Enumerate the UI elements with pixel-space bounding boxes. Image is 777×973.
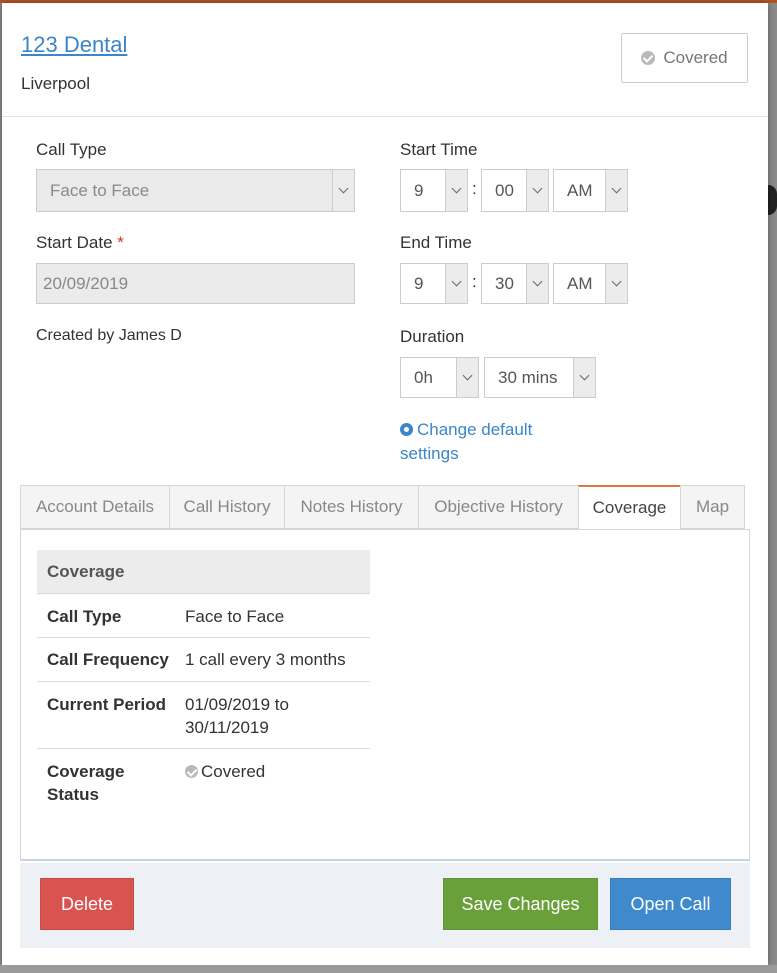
duration-mins-value: 30 mins xyxy=(498,367,558,387)
chevron-down-icon xyxy=(526,170,548,211)
tab-call-history[interactable]: Call History xyxy=(169,485,285,529)
duration-hours-value: 0h xyxy=(414,367,433,387)
tab-account-details[interactable]: Account Details xyxy=(20,485,170,529)
call-modal: 123 Dental Liverpool Covered Call Type F… xyxy=(2,3,768,965)
start-minute-select[interactable]: 00 xyxy=(481,169,549,212)
row-key: Call Type xyxy=(47,607,122,626)
end-minute-select[interactable]: 30 xyxy=(481,263,549,304)
open-call-button[interactable]: Open Call xyxy=(610,878,731,930)
row-key: Coverage Status xyxy=(47,760,172,806)
row-value: Face to Face xyxy=(185,607,285,626)
start-ampm-value: AM xyxy=(567,180,593,200)
start-ampm-select[interactable]: AM xyxy=(553,169,628,212)
gear-icon xyxy=(400,423,413,436)
start-date-label-text: Start Date xyxy=(36,233,113,252)
tab-notes-history[interactable]: Notes History xyxy=(284,485,419,529)
modal-footer: Delete Save Changes Open Call xyxy=(20,863,750,948)
row-key-line-2: Status xyxy=(47,785,99,804)
chevron-down-icon xyxy=(605,264,627,303)
row-key: Current Period xyxy=(47,695,167,714)
start-time-label: Start Time xyxy=(400,140,478,159)
modal-header: 123 Dental Liverpool Covered xyxy=(2,3,768,117)
start-date-input[interactable]: 20/09/2019 xyxy=(36,263,355,304)
change-settings-text-2: settings xyxy=(400,444,459,463)
tab-coverage[interactable]: Coverage xyxy=(578,485,681,530)
status-badge-label: Covered xyxy=(663,48,728,67)
account-title-link[interactable]: 123 Dental xyxy=(21,32,127,58)
tab-map[interactable]: Map xyxy=(680,485,745,529)
call-type-label: Call Type xyxy=(36,140,107,159)
time-separator: : xyxy=(472,272,477,291)
status-badge: Covered xyxy=(621,33,748,83)
account-location: Liverpool xyxy=(21,74,90,93)
time-separator: : xyxy=(472,179,477,198)
chevron-down-icon xyxy=(445,264,467,303)
change-default-settings-link[interactable]: Change default settings xyxy=(400,418,532,466)
delete-button[interactable]: Delete xyxy=(40,878,134,930)
coverage-status-value: Covered xyxy=(201,762,266,781)
start-minute-value: 00 xyxy=(495,180,514,200)
start-hour-select[interactable]: 9 xyxy=(400,169,468,212)
chevron-down-icon xyxy=(332,170,354,211)
start-date-value: 20/09/2019 xyxy=(43,273,129,293)
save-changes-button[interactable]: Save Changes xyxy=(443,878,598,930)
created-by-text: Created by James D xyxy=(36,327,182,344)
row-value-line-1: 01/09/2019 to xyxy=(185,695,289,714)
end-minute-value: 30 xyxy=(495,273,514,293)
chevron-down-icon xyxy=(605,170,627,211)
end-time-label: End Time xyxy=(400,233,472,252)
coverage-table-heading: Coverage xyxy=(37,550,370,594)
row-value: Covered xyxy=(185,760,365,783)
duration-label: Duration xyxy=(400,327,465,346)
row-key: Call Frequency xyxy=(47,650,169,669)
coverage-panel: Coverage Call Type Face to Face Call Fre… xyxy=(20,529,750,861)
start-hour-value: 9 xyxy=(414,180,424,200)
row-value-line-2: 30/11/2019 xyxy=(185,718,269,737)
chevron-down-icon xyxy=(526,264,548,303)
call-type-value: Face to Face xyxy=(50,180,150,200)
background-footer xyxy=(0,965,777,973)
table-row: Current Period 01/09/2019 to 30/11/2019 xyxy=(37,682,370,749)
duration-mins-select[interactable]: 30 mins xyxy=(484,357,596,398)
start-date-label: Start Date * xyxy=(36,233,124,253)
tab-objective-history[interactable]: Objective History xyxy=(418,485,579,529)
coverage-table: Coverage Call Type Face to Face Call Fre… xyxy=(37,550,370,816)
chevron-down-icon xyxy=(445,170,467,211)
end-ampm-select[interactable]: AM xyxy=(553,263,628,304)
table-row: Call Type Face to Face xyxy=(37,594,370,638)
chevron-down-icon xyxy=(573,358,595,397)
end-hour-value: 9 xyxy=(414,273,424,293)
change-settings-text-1: Change default xyxy=(417,420,533,439)
table-row: Coverage Status Covered xyxy=(37,749,370,816)
row-key-line-1: Coverage xyxy=(47,762,125,781)
chevron-down-icon xyxy=(456,358,478,397)
row-value: 1 call every 3 months xyxy=(185,650,346,669)
end-ampm-value: AM xyxy=(567,273,593,293)
background-control xyxy=(768,185,777,215)
end-hour-select[interactable]: 9 xyxy=(400,263,468,304)
row-value: 01/09/2019 to 30/11/2019 xyxy=(185,693,365,739)
duration-hours-select[interactable]: 0h xyxy=(400,357,479,398)
check-circle-icon xyxy=(641,51,656,65)
check-circle-icon xyxy=(185,765,198,778)
required-marker: * xyxy=(117,233,124,252)
call-type-select[interactable]: Face to Face xyxy=(36,169,355,212)
table-row: Call Frequency 1 call every 3 months xyxy=(37,638,370,682)
